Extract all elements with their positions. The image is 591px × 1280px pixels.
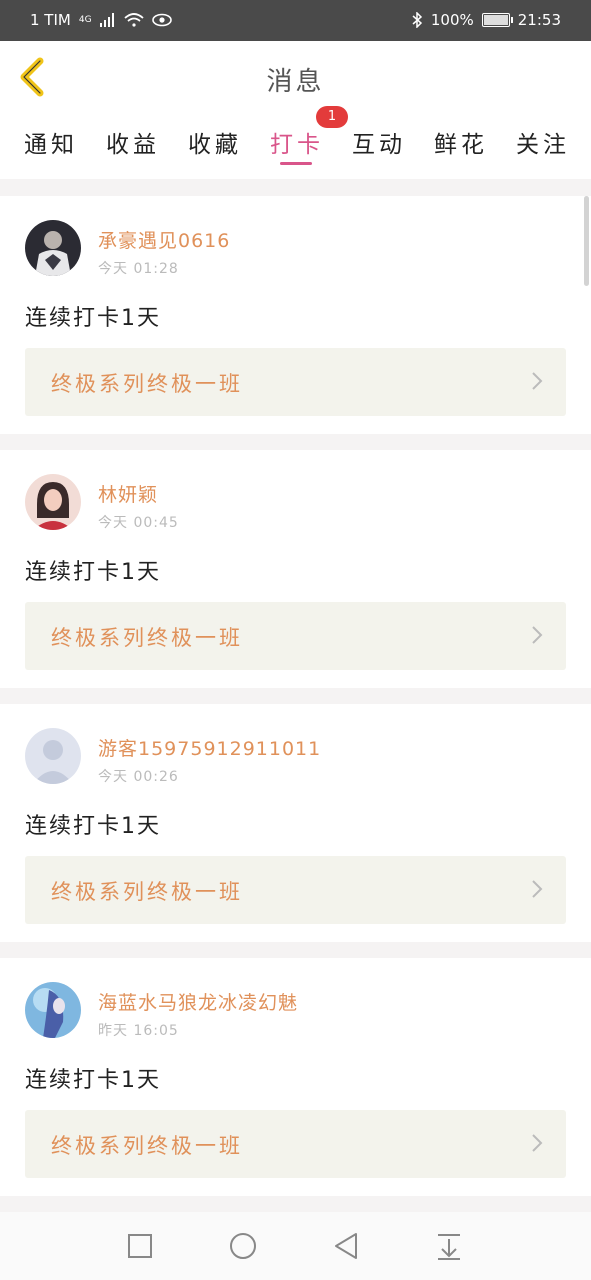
chevron-right-icon <box>532 626 543 644</box>
wifi-icon <box>123 13 144 27</box>
tab-favorites[interactable]: 收藏 <box>188 125 242 159</box>
checkin-message: 连续打卡1天 <box>25 560 161 585</box>
signal-icon <box>99 13 114 27</box>
chevron-right-icon <box>532 372 543 390</box>
tab-earnings[interactable]: 收益 <box>106 125 160 159</box>
course-link[interactable]: 终极系列终极一班 <box>25 856 566 924</box>
course-link[interactable]: 终极系列终极一班 <box>25 1110 566 1178</box>
back-icon[interactable] <box>328 1228 364 1264</box>
checkin-message: 连续打卡1天 <box>25 814 161 839</box>
timestamp: 今天 01:28 <box>98 261 179 277</box>
course-link[interactable]: 终极系列终极一班 <box>25 348 566 416</box>
avatar[interactable] <box>25 474 81 530</box>
recent-apps-icon[interactable] <box>122 1228 158 1264</box>
user-name[interactable]: 承豪遇见0616 <box>98 226 230 253</box>
checkin-message: 连续打卡1天 <box>25 306 161 331</box>
checkin-message: 连续打卡1天 <box>25 1068 161 1093</box>
timestamp: 今天 00:26 <box>98 769 179 785</box>
eye-icon <box>151 13 172 27</box>
tab-interaction[interactable]: 互动 <box>352 125 406 159</box>
system-nav-bar <box>0 1212 591 1280</box>
chevron-right-icon <box>532 880 543 898</box>
notification-pulldown-icon[interactable] <box>431 1228 467 1264</box>
default-avatar-icon[interactable] <box>25 728 81 784</box>
course-title: 终极系列终极一班 <box>51 372 243 396</box>
tab-checkin[interactable]: 打卡 <box>270 125 324 159</box>
timestamp: 今天 00:45 <box>98 515 179 531</box>
tab-notify[interactable]: 通知 <box>24 125 78 159</box>
bluetooth-icon <box>412 12 422 28</box>
home-icon[interactable] <box>225 1228 261 1264</box>
battery-icon <box>481 13 513 27</box>
course-title: 终极系列终极一班 <box>51 626 243 650</box>
checkin-card: 林妍颖 今天 00:45 连续打卡1天 终极系列终极一班 <box>0 450 591 688</box>
tab-bar: 通知 收益 收藏 打卡 互动 鲜花 关注 <box>0 113 591 179</box>
clock: 21:53 <box>517 11 561 29</box>
course-title: 终极系列终极一班 <box>51 1134 243 1158</box>
checkin-card: 游客15975912911011 今天 00:26 连续打卡1天 终极系列终极一… <box>0 704 591 942</box>
network-label: 4G <box>78 15 92 25</box>
scrollbar[interactable] <box>584 196 589 286</box>
user-name[interactable]: 林妍颖 <box>98 480 158 507</box>
page-title: 消息 <box>266 67 325 97</box>
course-link[interactable]: 终极系列终极一班 <box>25 602 566 670</box>
active-tab-indicator <box>280 162 312 165</box>
checkin-card: 承豪遇见0616 今天 01:28 连续打卡1天 终极系列终极一班 <box>0 196 591 434</box>
unread-badge: 1 <box>316 106 348 128</box>
user-name[interactable]: 海蓝水马狼龙冰凌幻魅 <box>98 988 298 1015</box>
avatar[interactable] <box>25 220 81 276</box>
carrier-label: 1 TIM <box>30 11 71 29</box>
battery-percent: 100% <box>430 11 474 29</box>
tab-flowers[interactable]: 鲜花 <box>434 125 488 159</box>
checkin-card: 海蓝水马狼龙冰凌幻魅 昨天 16:05 连续打卡1天 终极系列终极一班 <box>0 958 591 1196</box>
status-bar: 1 TIM 4G 100% 21:53 <box>0 0 591 41</box>
course-title: 终极系列终极一班 <box>51 880 243 904</box>
header: 消息 <box>0 41 591 114</box>
avatar[interactable] <box>25 982 81 1038</box>
chevron-right-icon <box>532 1134 543 1152</box>
tab-follow[interactable]: 关注 <box>516 125 570 159</box>
user-name[interactable]: 游客15975912911011 <box>98 734 321 761</box>
timestamp: 昨天 16:05 <box>98 1023 179 1039</box>
